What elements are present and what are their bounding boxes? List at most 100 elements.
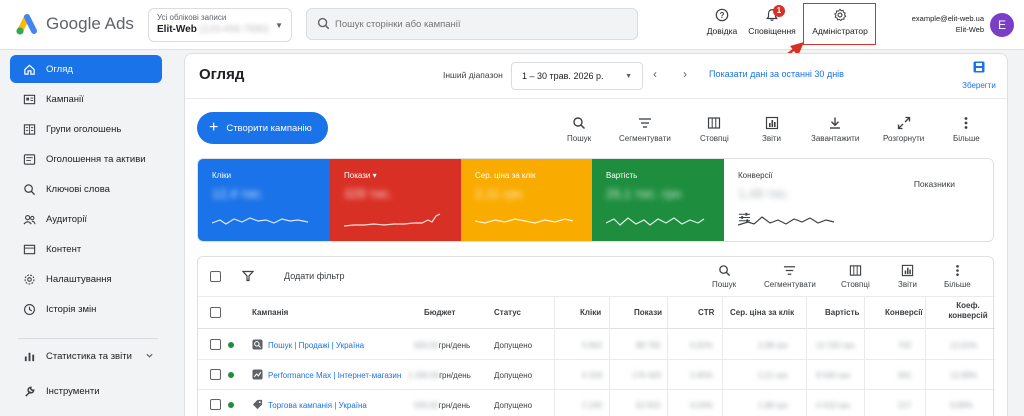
metric-value: 2,11 грн [475,186,523,201]
column-header-cost[interactable]: Вартість [825,308,859,317]
filter-icon[interactable] [242,270,254,282]
sidebar-item-overview[interactable]: Огляд [10,55,162,83]
toolbar-more-button[interactable]: Більше [953,116,980,143]
avatar[interactable]: E [990,13,1014,37]
metric-card-cost[interactable]: Вартість 26,1 тис. грн [592,159,724,241]
toolbar-reports-button[interactable]: Звіти [762,116,781,143]
status-enabled-dot [228,342,234,348]
column-header-status[interactable]: Статус [494,308,521,317]
column-header-ctr[interactable]: CTR [698,308,714,317]
history-icon [22,302,36,316]
save-button[interactable]: Зберегти [957,60,1001,90]
header-checkbox[interactable] [210,307,221,318]
campaign-name-link[interactable]: Пошук | Продажі | Україна [268,341,364,350]
column-header-avg-cpc[interactable]: Сер. ціна за клік [730,308,794,317]
show-last-30-days-link[interactable]: Показати дані за останні 30 днів [709,69,844,79]
sidebar-item-ad-groups[interactable]: Групи оголошень [10,115,162,143]
search-input[interactable] [335,15,631,33]
sidebar-item-campaigns[interactable]: Кампанії [10,85,162,113]
column-header-budget[interactable]: Бюджет [424,308,455,317]
create-campaign-label: Створити кампанію [226,122,312,134]
sidebar-item-content[interactable]: Контент [10,235,162,263]
campaign-name-link[interactable]: Performance Max | Інтернет-магазин [268,371,401,380]
toolbar-download-button[interactable]: Завантажити [811,116,859,143]
status-cell: Допущено [494,341,533,350]
row-checkbox[interactable] [210,399,221,410]
row-checkbox[interactable] [210,339,221,350]
create-campaign-button[interactable]: + Створити кампанію [197,112,328,144]
tune-icon[interactable] [738,211,751,224]
toolbar-expand-button[interactable]: Розгорнути [883,116,924,143]
table-segment-button[interactable]: Сегментувати [764,264,816,289]
metric-card-impressions[interactable]: Покази ▾ 328 тис. [330,159,461,241]
google-ads-logo[interactable]: Google Ads [14,12,134,36]
account-selector[interactable]: Усі облікові записи Elit-Web (123-456-789… [148,8,292,42]
sidebar-item-ads[interactable]: Оголошення та активи [10,145,162,173]
sidebar-item-history[interactable]: Історія змін [10,295,162,323]
metric-card-clicks[interactable]: Кліки 12,4 тис. [198,159,330,241]
date-range-picker[interactable]: 1 – 30 трав. 2026 р. ▼ [511,62,643,90]
sidebar-item-tools[interactable]: Інструменти [10,377,162,405]
sidebar-item-settings[interactable]: Налаштування [10,265,162,293]
toolbar-columns-button[interactable]: Стовпці [700,116,729,143]
more-vert-icon [964,117,968,129]
campaigns-table: Додати фільтр Пошук Сегментувати Стовпці… [197,256,995,416]
campaign-name-link[interactable]: Торгова кампанія | Україна [268,401,367,410]
sidebar-item-audiences[interactable]: Аудиторії [10,205,162,233]
sidebar-item-keywords[interactable]: Ключові слова [10,175,162,203]
main-panel: Огляд Інший діапазон 1 – 30 трав. 2026 р… [184,53,1008,416]
table-tool-label: Більше [944,280,971,289]
save-icon [973,61,985,73]
toolbar-segment-button[interactable]: Сегментувати [619,116,671,143]
row-checkbox[interactable] [210,369,221,380]
metric-label: Кліки [212,171,232,180]
column-header-conversions[interactable]: Конверсії [885,308,923,317]
add-filter-button[interactable]: Додати фільтр [284,271,344,281]
budget-cell[interactable]: 500,00грн/день [414,401,470,410]
indicators-label[interactable]: Показники [914,179,955,189]
budget-amount: 600,00 [414,341,439,350]
select-all-checkbox[interactable] [210,271,221,282]
budget-cell[interactable]: 1 200,00грн/день [408,371,471,380]
column-header-clicks[interactable]: Кліки [580,308,601,317]
next-period-button[interactable]: › [683,67,687,81]
search-box[interactable] [306,8,638,40]
download-icon [830,117,841,129]
page-title: Огляд [199,66,245,83]
account-id: (123-456-7890) [199,24,269,35]
cost-cell: 4 410 грн [816,401,851,410]
conversion-rate-cell: 9,69% [950,401,973,410]
budget-amount: 1 200,00 [408,371,440,380]
column-header-impressions[interactable]: Покази [634,308,662,317]
sidebar-item-label: Огляд [46,63,73,75]
table-row: Performance Max | Інтернет-магазин 1 200… [198,360,995,390]
previous-period-button[interactable]: ‹ [653,67,657,81]
table-reports-button[interactable]: Звіти [898,264,917,289]
toolbar-label: Більше [953,134,980,143]
metric-card-conversions[interactable]: Конверсії 1,48 тис. Показники [724,159,993,241]
help-button[interactable]: ? Довідка [706,8,738,44]
caret-down-icon: ▼ [275,21,283,30]
budget-cell[interactable]: 600,00грн/день [414,341,470,350]
table-columns-button[interactable]: Стовпці [841,264,870,289]
avg-cpc-cell: 1,98 грн [758,401,788,410]
metric-value: 12,4 тис. [212,186,265,201]
gear-icon [834,8,847,22]
expand-icon [897,116,910,130]
user-info[interactable]: example@elit-web.ua Elit-Web [912,13,984,35]
search-icon [718,265,730,277]
column-header-campaign[interactable]: Кампанія [252,308,288,317]
toolbar-search-button[interactable]: Пошук [567,116,591,143]
admin-button[interactable]: Адміністратор [808,8,872,44]
table-search-button[interactable]: Пошук [712,264,736,289]
sidebar-item-reports[interactable]: Статистика та звіти [10,342,162,370]
save-label: Зберегти [962,81,996,90]
metric-card-avg-cpc[interactable]: Сер. ціна за клік 2,11 грн [461,159,592,241]
sidebar-item-label: Аудиторії [46,213,88,225]
status-cell: Допущено [494,371,533,380]
clicks-cell: 5 842 [582,341,603,350]
shopping-tag-icon [252,399,263,410]
table-more-button[interactable]: Більше [944,264,971,289]
svg-text:?: ? [720,11,725,20]
column-header-conversion-rate[interactable]: Коеф. конверсій [946,301,990,321]
